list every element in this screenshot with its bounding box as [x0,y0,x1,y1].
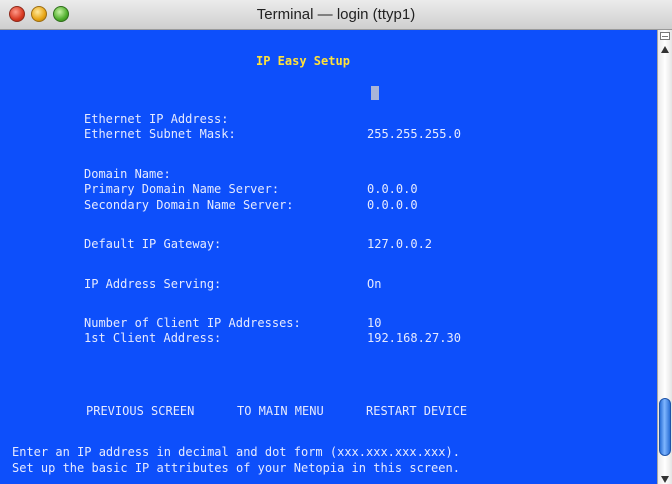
ip-serving-field[interactable]: On [367,277,381,291]
secondary-dns-field[interactable]: 0.0.0.0 [367,198,418,212]
first-client-field[interactable]: 192.168.27.30 [367,331,461,345]
help-line-2: Set up the basic IP attributes of your N… [12,461,460,475]
arrow-down-icon[interactable] [661,476,669,483]
secondary-dns-label: Secondary Domain Name Server: [84,198,294,212]
vertical-scrollbar[interactable] [657,30,672,484]
ethernet-ip-label: Ethernet IP Address: [84,112,229,126]
subnet-mask-field[interactable]: 255.255.255.0 [367,127,461,141]
help-line-1: Enter an IP address in decimal and dot f… [12,445,460,459]
gateway-field[interactable]: 127.0.0.2 [367,237,432,251]
domain-name-label: Domain Name: [84,167,171,181]
previous-screen-button[interactable]: PREVIOUS SCREEN [86,404,194,418]
primary-dns-field[interactable]: 0.0.0.0 [367,182,418,196]
num-clients-field[interactable]: 10 [367,316,381,330]
split-pane-icon[interactable] [660,32,670,40]
restart-device-button[interactable]: RESTART DEVICE [366,404,467,418]
num-clients-label: Number of Client IP Addresses: [84,316,301,330]
terminal-screen[interactable]: IP Easy Setup Ethernet IP Address: Ether… [0,30,657,484]
title-bar: Terminal — login (ttyp1) [0,0,672,30]
screen-heading: IP Easy Setup [256,54,350,68]
window-title: Terminal — login (ttyp1) [256,6,416,23]
scrollbar-thumb[interactable] [659,398,671,456]
text-cursor [371,86,379,100]
subnet-mask-label: Ethernet Subnet Mask: [84,127,236,141]
arrow-up-icon[interactable] [661,46,669,53]
ip-serving-label: IP Address Serving: [84,277,222,291]
main-menu-button[interactable]: TO MAIN MENU [237,404,324,418]
first-client-label: 1st Client Address: [84,331,222,345]
gateway-label: Default IP Gateway: [84,237,222,251]
primary-dns-label: Primary Domain Name Server: [84,182,280,196]
